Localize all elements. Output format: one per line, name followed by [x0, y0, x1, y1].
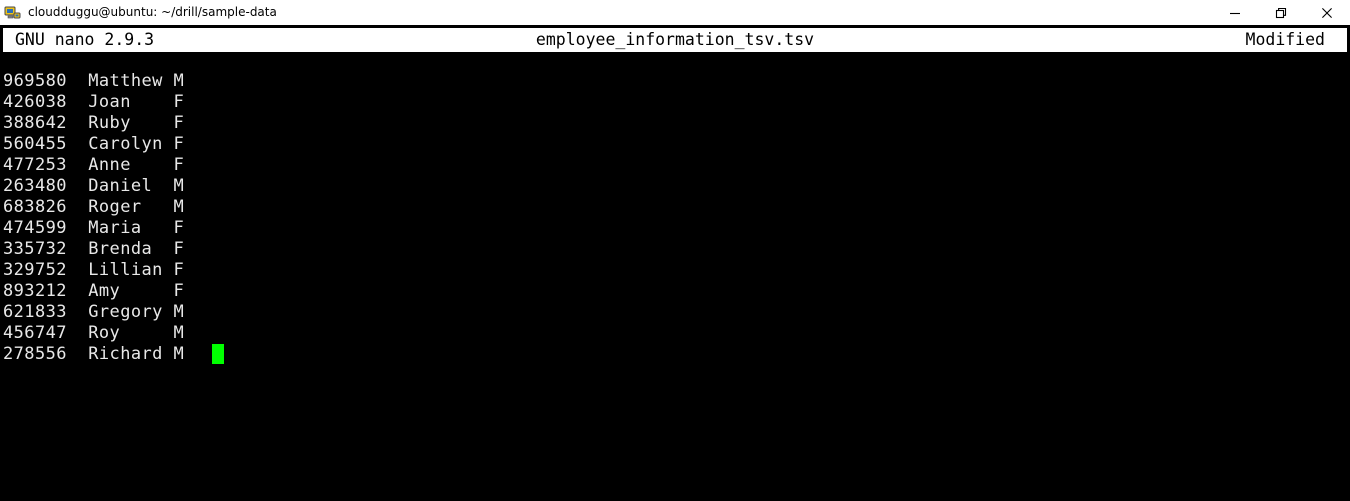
close-icon: [1322, 7, 1332, 18]
nano-modified-status: Modified: [1245, 30, 1325, 49]
nano-header-bar: GNU nano 2.9.3 employee_information_tsv.…: [0, 28, 1350, 52]
editor-line: 278556 Richard M: [3, 344, 185, 364]
close-button[interactable]: [1304, 0, 1350, 25]
editor-line: 329752 Lillian F: [3, 260, 185, 280]
editor-line: 426038 Joan F: [3, 92, 185, 112]
nano-filename-label: employee_information_tsv.tsv: [535, 30, 815, 49]
nano-header-inner: GNU nano 2.9.3 employee_information_tsv.…: [3, 28, 1347, 52]
window-titlebar: cloudduggu@ubuntu: ~/drill/sample-data: [0, 0, 1350, 25]
editor-line: 893212 Amy F: [3, 281, 185, 301]
editor-line: 263480 Daniel M: [3, 176, 185, 196]
editor-text-area[interactable]: 969580 Matthew M 426038 Joan F 388642 Ruby…: [0, 52, 1350, 501]
editor-line: 560455 Carolyn F: [3, 134, 185, 154]
editor-line: 474599 Maria F: [3, 218, 185, 238]
minimize-icon: [1230, 12, 1240, 14]
maximize-icon: [1275, 7, 1287, 18]
editor-line: 683826 Roger M: [3, 197, 185, 217]
window-controls: [1212, 0, 1350, 25]
terminal-icon: [4, 6, 21, 18]
maximize-button[interactable]: [1258, 0, 1304, 25]
editor-line: 456747 Roy M: [3, 323, 185, 343]
editor-line: 335732 Brenda F: [3, 239, 185, 259]
minimize-button[interactable]: [1212, 0, 1258, 25]
editor-line: 477253 Anne F: [3, 155, 185, 175]
editor-line: 969580 Matthew M: [3, 71, 185, 91]
editor-line: 388642 Ruby F: [3, 113, 185, 133]
window-title: cloudduggu@ubuntu: ~/drill/sample-data: [28, 5, 277, 19]
editor-line: 621833 Gregory M: [3, 302, 185, 322]
text-cursor: [212, 344, 225, 364]
